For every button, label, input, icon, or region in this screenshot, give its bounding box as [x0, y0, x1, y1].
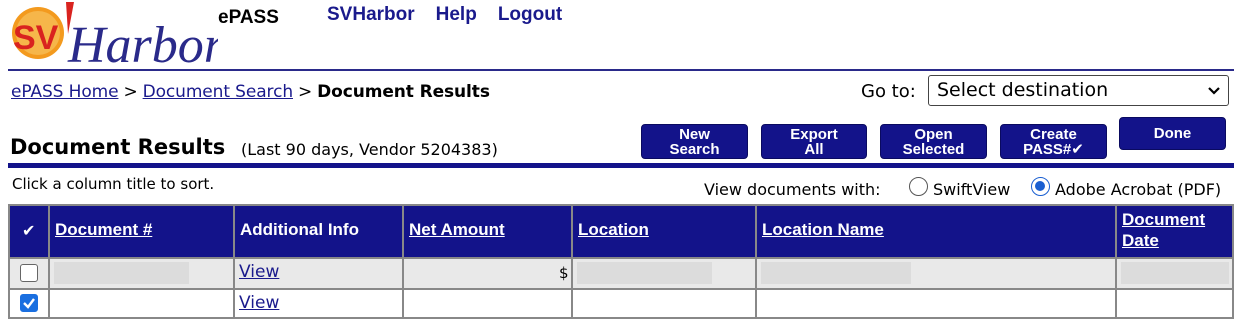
column-header-location[interactable]: Location [573, 206, 755, 257]
table-gridline [755, 206, 757, 317]
table-gridline [571, 206, 573, 317]
breadcrumb-document-search[interactable]: Document Search [143, 82, 293, 102]
adobe-acrobat-radio[interactable] [1031, 177, 1050, 196]
page-subtitle: (Last 90 days, Vendor 5204383) [241, 140, 498, 159]
column-header-location-name[interactable]: Location Name [757, 206, 1115, 257]
page-title: Document Results [10, 135, 226, 159]
open-selected-label-line1: Open [914, 125, 953, 143]
goto-destination-select[interactable]: Select destination [928, 75, 1229, 106]
redacted-location [577, 262, 712, 284]
column-header-location-link[interactable]: Location [578, 220, 649, 240]
breadcrumb: ePASS Home > Document Search > Document Resu… [11, 82, 490, 102]
row-select-checkbox[interactable] [20, 294, 38, 312]
table-gridline [10, 288, 1232, 290]
additional-info-view-link[interactable]: View [239, 293, 279, 313]
breadcrumb-separator: > [298, 82, 313, 102]
new-search-button[interactable]: New Search [641, 124, 748, 159]
create-pass-label-line2: PASS#✔ [1023, 140, 1084, 158]
table-gridline [233, 206, 235, 317]
title-divider [8, 163, 1234, 168]
new-search-label-line2: Search [669, 140, 720, 158]
goto-selected-value: Select destination [937, 79, 1109, 101]
row-select-checkbox[interactable] [20, 264, 38, 282]
redacted-document-date [1121, 262, 1229, 284]
column-header-document-date-link[interactable]: Document Date [1122, 209, 1222, 251]
column-header-additional-info: Additional Info [235, 206, 402, 257]
top-navigation: SVHarbor Help Logout [327, 4, 562, 26]
product-name: ePASS [218, 7, 279, 28]
table-gridline [1115, 206, 1117, 317]
table-gridline [402, 206, 404, 317]
swiftview-radio-label[interactable]: SwiftView [933, 180, 1010, 199]
redacted-document-number [54, 262, 189, 284]
column-header-additional-info-label: Additional Info [240, 220, 359, 239]
checkmark-icon [23, 298, 35, 309]
column-header-document-date[interactable]: Document Date [1117, 206, 1232, 257]
viewer-label: View documents with: [704, 180, 881, 199]
export-all-button[interactable]: Export All [761, 124, 867, 159]
select-all-check-icon: ✔ [22, 223, 36, 240]
chevron-down-icon [1208, 87, 1220, 95]
column-header-net-amount-link[interactable]: Net Amount [409, 220, 505, 240]
table-row: View $ [10, 259, 1232, 288]
create-pass-button[interactable]: Create PASS#✔ [1000, 124, 1107, 159]
done-button[interactable]: Done [1119, 117, 1226, 150]
adobe-acrobat-radio-label[interactable]: Adobe Acrobat (PDF) [1055, 180, 1221, 199]
table-gridline [48, 206, 50, 317]
create-pass-label-line1: Create [1030, 125, 1077, 143]
redacted-location-name [761, 262, 911, 284]
open-selected-label-line2: Selected [902, 140, 965, 158]
open-selected-button[interactable]: Open Selected [880, 124, 987, 159]
additional-info-view-link[interactable]: View [239, 262, 279, 282]
goto-label: Go to: [861, 81, 916, 102]
export-all-label-line1: Export [790, 125, 838, 143]
nav-svharbor-link[interactable]: SVHarbor [327, 4, 415, 26]
column-header-document-number-link[interactable]: Document # [55, 220, 152, 240]
breadcrumb-separator: > [123, 82, 138, 102]
nav-help-link[interactable]: Help [436, 4, 477, 26]
table-row: View [10, 290, 1232, 317]
done-label: Done [1153, 125, 1192, 142]
swiftview-radio[interactable] [909, 177, 928, 196]
select-all-header[interactable]: ✔ [10, 206, 48, 257]
sort-hint: Click a column title to sort. [12, 175, 215, 193]
header-divider [8, 69, 1234, 71]
export-all-label-line2: All [804, 140, 824, 158]
nav-logout-link[interactable]: Logout [498, 4, 562, 26]
results-table: ✔ Document # Additional Info Net Amount … [8, 204, 1234, 319]
breadcrumb-epass-home[interactable]: ePASS Home [11, 82, 119, 102]
column-header-net-amount[interactable]: Net Amount [404, 206, 571, 257]
net-amount-value: $ [559, 264, 569, 282]
column-header-location-name-link[interactable]: Location Name [762, 220, 884, 240]
breadcrumb-current: Document Results [317, 82, 490, 102]
svharbor-logo[interactable]: SV Harbor [8, 0, 225, 74]
svg-text:Harbor: Harbor [67, 17, 218, 70]
table-gridline [10, 257, 1232, 259]
svg-text:SV: SV [13, 19, 59, 57]
new-search-label-line1: New [679, 125, 710, 143]
column-header-document-number[interactable]: Document # [50, 206, 233, 257]
